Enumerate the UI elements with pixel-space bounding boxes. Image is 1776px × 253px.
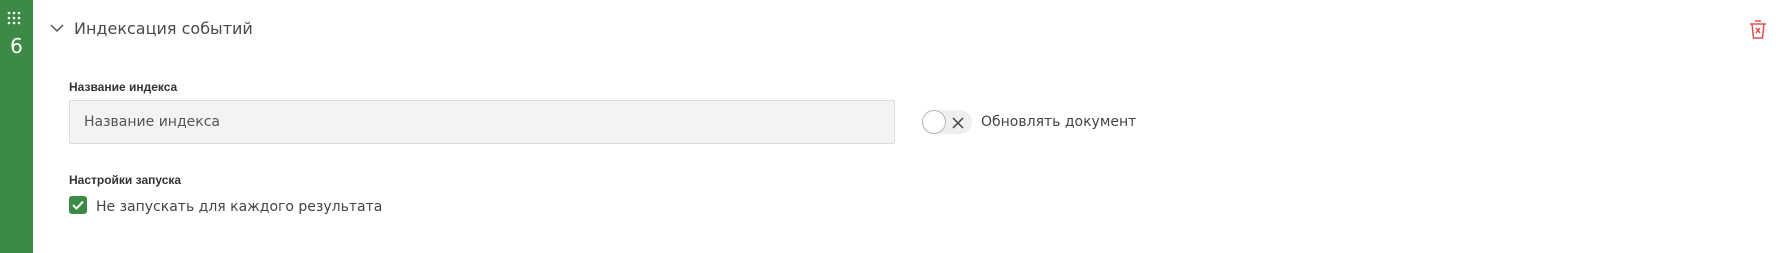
step-block: 6 Индексация событий Название индекса Об… bbox=[0, 0, 1776, 253]
update-document-toggle[interactable] bbox=[922, 110, 972, 134]
close-icon bbox=[951, 115, 965, 129]
chevron-down-icon[interactable] bbox=[49, 20, 65, 36]
drag-dots-icon[interactable] bbox=[7, 11, 23, 27]
toggle-knob bbox=[922, 110, 946, 134]
section-title[interactable]: Индексация событий bbox=[74, 18, 253, 40]
checkmark-icon bbox=[72, 200, 84, 210]
run-settings-label: Настройки запуска bbox=[69, 173, 182, 187]
trash-icon[interactable] bbox=[1749, 18, 1767, 40]
index-name-label: Название индекса bbox=[69, 80, 178, 94]
skip-each-result-label[interactable]: Не запускать для каждого результата bbox=[96, 198, 382, 216]
index-name-input[interactable] bbox=[69, 100, 895, 144]
skip-each-result-checkbox[interactable] bbox=[69, 196, 87, 214]
step-number: 6 bbox=[10, 34, 23, 58]
step-rail: 6 bbox=[0, 0, 33, 253]
update-document-label: Обновлять документ bbox=[981, 114, 1137, 130]
